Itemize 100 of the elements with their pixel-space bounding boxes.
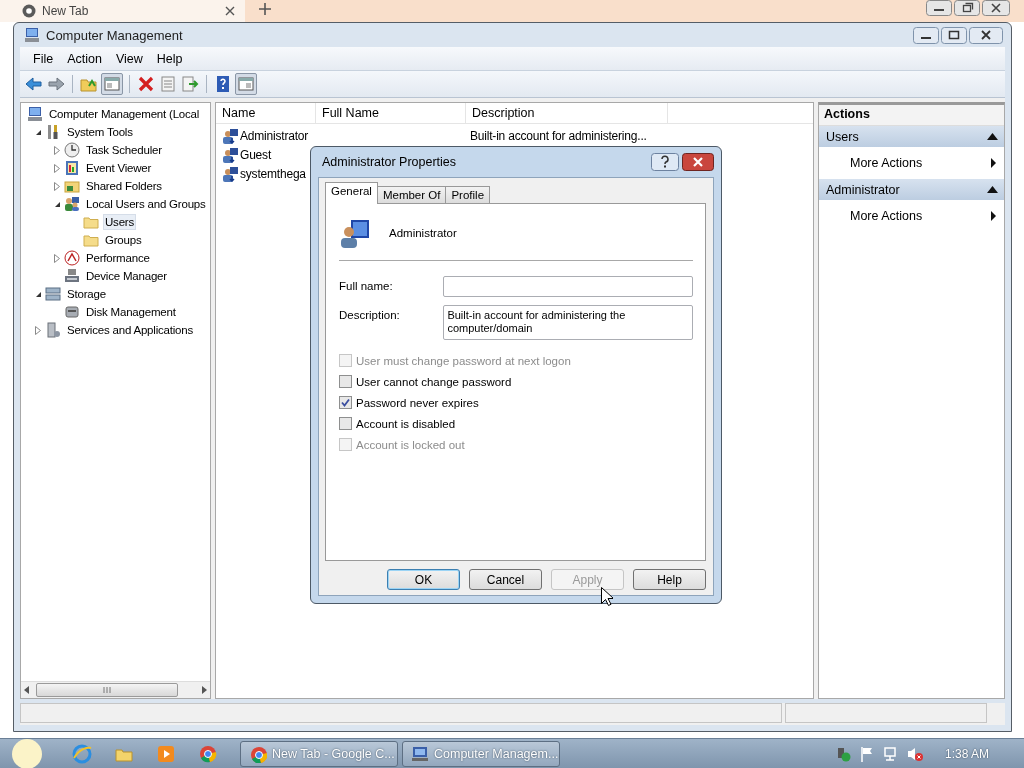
collapse-arrow-icon[interactable] [987,186,998,193]
maximize-button[interactable] [941,26,967,44]
column-header[interactable]: Description [466,103,668,123]
user-name[interactable]: systemthega [240,166,306,181]
checkbox[interactable] [339,375,352,388]
tree-item[interactable]: Task Scheduler [84,142,164,158]
field-label: Full name: [339,279,394,292]
tab-title: New Tab [42,4,90,18]
computer-icon [27,106,43,122]
clock-icon [64,142,80,158]
tree-item[interactable]: Services and Applications [65,322,196,338]
checkbox[interactable] [339,396,352,409]
network-icon[interactable] [882,745,899,762]
dialog-button[interactable]: Help [633,569,706,590]
server-icon [45,322,61,338]
checkbox[interactable] [339,417,352,430]
action-item[interactable]: More Actions [819,147,1004,179]
new-tab-icon[interactable] [259,3,271,15]
user-icon [339,217,371,249]
close-button[interactable] [982,0,1010,16]
collapsed-arrow-icon[interactable] [54,145,60,155]
media-player-icon[interactable] [156,743,176,764]
menu-item[interactable]: View [108,49,150,68]
expanded-arrow-icon[interactable] [53,200,61,208]
minimize-button[interactable] [913,26,939,44]
muted-speaker-icon[interactable] [906,745,923,762]
delete-icon[interactable] [136,74,156,94]
tree-item[interactable]: System Tools [65,124,135,140]
tree-item[interactable]: Computer Management (Local [47,106,202,122]
tree-item[interactable]: Performance [84,250,152,266]
expanded-arrow-icon[interactable] [34,128,42,136]
table-cell: Built-in account for administering... [470,128,647,143]
action-group-header[interactable]: Users [819,126,1004,147]
submenu-arrow-icon [991,158,996,168]
browser-tab[interactable]: New Tab [0,0,245,22]
checkbox-label: User must change password at next logon [356,354,571,367]
gauge-icon [64,250,80,266]
close-icon[interactable] [225,6,235,16]
export-icon[interactable] [180,74,200,94]
browser-logo-icon [22,4,36,18]
browser-logo-icon [249,744,267,763]
description-field[interactable]: Built-in account for administering the computer/domain [443,305,693,340]
minimize-button[interactable] [926,0,952,16]
tree-item[interactable]: Disk Management [84,304,178,320]
dialog-button[interactable]: Cancel [469,569,542,590]
tree-item[interactable]: Shared Folders [84,178,164,194]
window-title: Computer Management [46,27,184,43]
browser-icon[interactable] [72,743,92,764]
close-button[interactable] [682,153,714,171]
tab[interactable]: Profile [445,186,491,203]
panel-toggle-icon[interactable] [101,73,123,95]
action-label: More Actions [850,209,923,223]
pane-title: Actions [819,105,1004,126]
menu-item[interactable]: Action [60,49,109,68]
column-header[interactable]: Name [216,103,316,123]
mouse-pointer-icon [601,587,613,606]
input-field[interactable] [443,276,693,297]
tree-item[interactable]: Event Viewer [84,160,154,176]
collapsed-arrow-icon[interactable] [54,163,60,173]
tree-item[interactable]: Users [103,214,137,230]
restore-button[interactable] [954,0,980,16]
tree-item[interactable]: Local Users and Groups [84,196,208,212]
collapse-arrow-icon[interactable] [987,133,998,140]
menu-item[interactable]: Help [149,49,190,68]
tab[interactable]: General [325,182,378,204]
user-name[interactable]: Guest [240,147,272,162]
menu-item[interactable]: File [26,49,61,68]
user-name[interactable]: Administrator [240,128,309,143]
back-arrow-icon[interactable] [24,74,44,94]
folder-icon [83,214,99,230]
user-name: Administrator [389,227,457,239]
collapsed-arrow-icon[interactable] [35,325,41,335]
collapsed-arrow-icon[interactable] [54,253,60,263]
submenu-arrow-icon [991,211,996,221]
flag-icon[interactable] [858,745,875,762]
tools-icon [45,124,61,140]
browser-logo-icon[interactable] [198,743,218,764]
tree-item[interactable]: Device Manager [84,268,169,284]
dialog-title: Administrator Properties [322,155,458,169]
action-item[interactable]: More Actions [819,200,1004,232]
action-group-header[interactable]: Administrator [819,179,1004,200]
column-header[interactable]: Full Name [316,103,466,123]
dialog-button[interactable]: OK [387,569,460,590]
expanded-arrow-icon[interactable] [34,290,42,298]
panel-toggle-icon[interactable] [235,73,257,95]
horizontal-scrollbar[interactable] [21,681,210,698]
tree-item[interactable]: Storage [65,286,108,302]
users-icon [64,196,80,212]
checkbox-label: Password never expires [356,396,479,409]
close-button[interactable] [969,26,1003,44]
tab[interactable]: Member Of [376,186,447,203]
checkbox-label: Account is disabled [356,417,456,430]
help-button[interactable] [651,153,679,171]
computer-icon [24,27,40,43]
action-label: More Actions [850,156,923,170]
tree-item[interactable]: Groups [103,232,144,248]
forward-arrow-icon[interactable] [46,74,66,94]
collapsed-arrow-icon[interactable] [54,181,60,191]
computer-icon [411,744,429,763]
grip-icon [103,687,111,693]
